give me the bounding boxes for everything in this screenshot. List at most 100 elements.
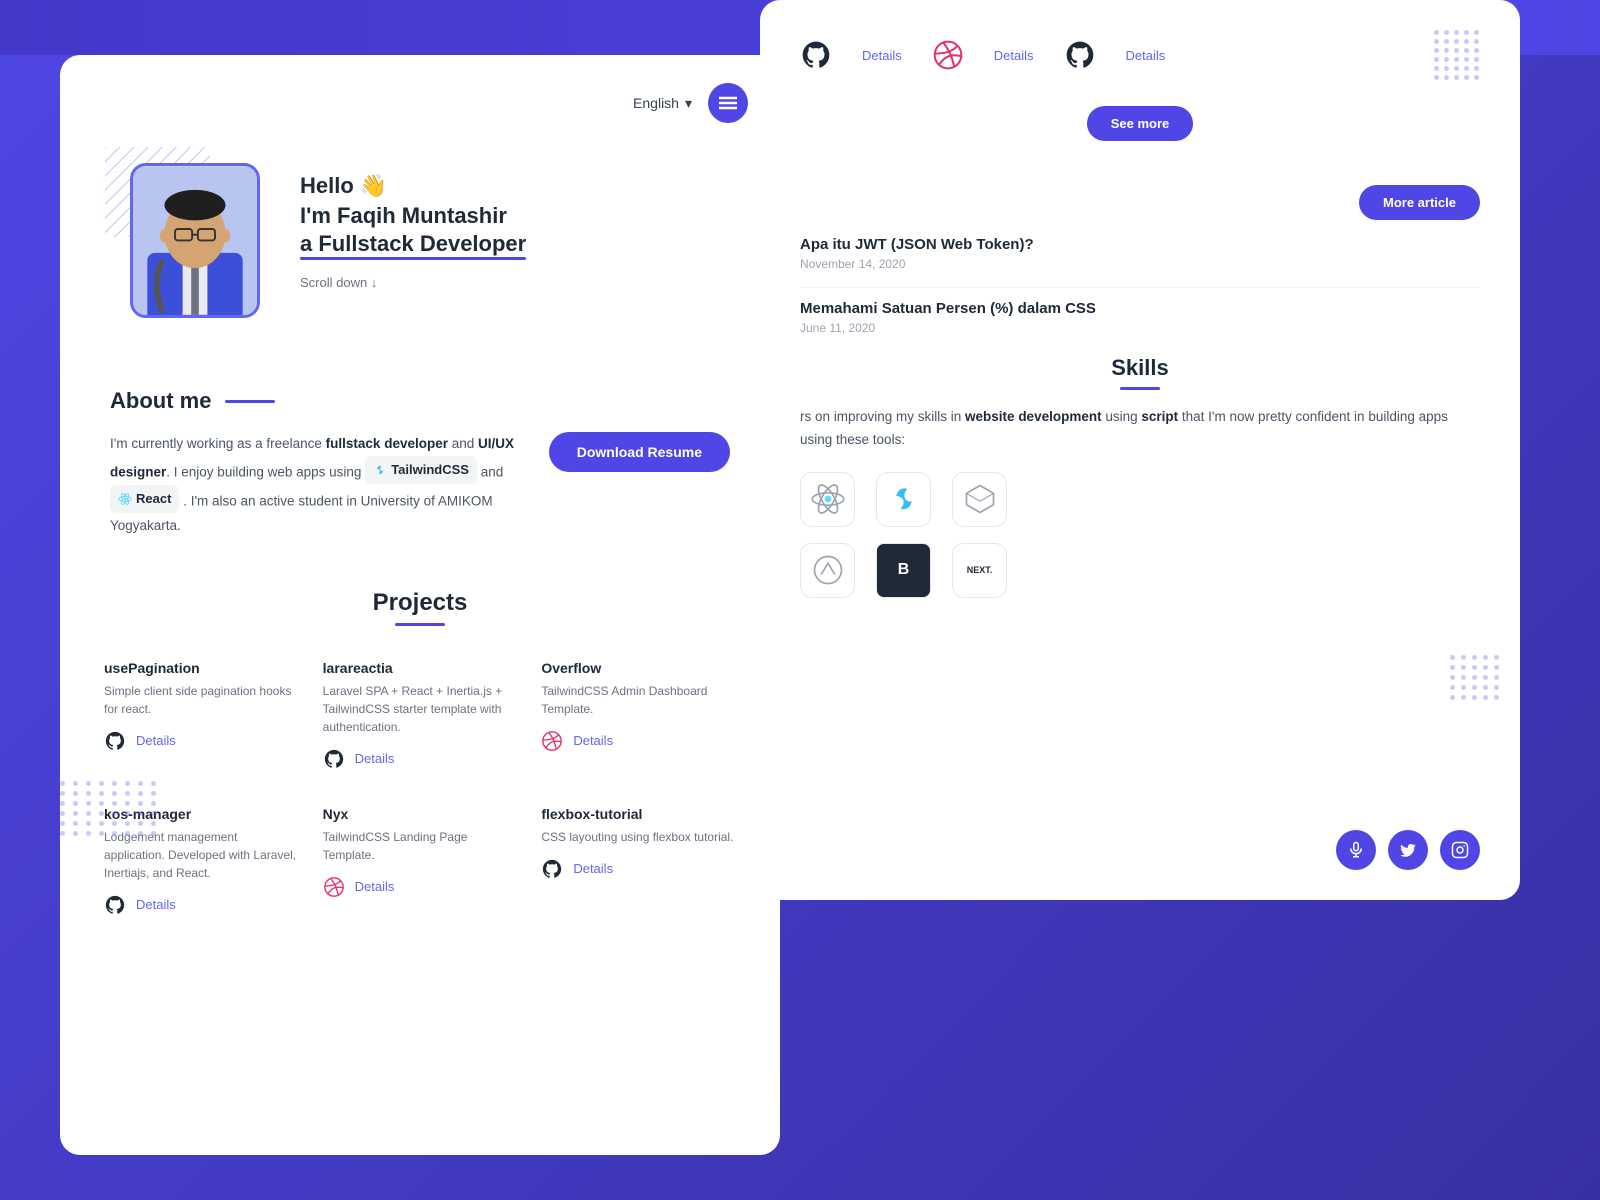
article-title-1: Apa itu JWT (JSON Web Token)? [800,236,1480,253]
about-content: I'm currently working as a freelance ful… [110,432,730,539]
bootstrap-skill-logo: B [876,543,931,598]
more-article-button[interactable]: More article [1359,185,1480,220]
person-silhouette [133,167,257,315]
top-details-link-2[interactable]: Details [994,48,1034,63]
skills-title: Skills [800,355,1480,381]
article-item-2: Memahami Satuan Persen (%) dalam CSS Jun… [800,300,1480,335]
details-link-6[interactable]: Details [573,861,613,876]
project-card-1: usePagination Simple client side paginat… [100,650,303,780]
project-desc-4: Lodgement management application. Develo… [104,828,299,882]
avatar-wrapper [110,143,270,318]
react-badge: React [110,485,179,512]
github-icon-4 [104,894,126,916]
tailwind-badge: TailwindCSS [365,456,477,483]
project-desc-3: TailwindCSS Admin Dashboard Template. [541,682,736,718]
about-section: About me I'm currently working as a free… [60,348,780,559]
project-name-3: Overflow [541,660,736,676]
project-footer-2: Details [323,748,518,770]
skills-underline [1120,387,1160,390]
project-footer-4: Details [104,894,299,916]
dribbble-icon-top [932,39,964,71]
language-selector[interactable]: English ▾ [633,95,692,112]
dot-pattern-top-right: for(let i=0;i<30;i++) document.write('<d… [1434,30,1480,80]
project-name-5: Nyx [323,806,518,822]
project-name-1: usePagination [104,660,299,676]
laravel-skill-logo [952,472,1007,527]
projects-section: for(let i=0;i<48;i++) document.write('<d… [60,559,780,956]
skills-section: Skills rs on improving my skills in webs… [800,355,1480,598]
projects-grid: usePagination Simple client side paginat… [100,650,740,926]
greeting: Hello 👋 [300,173,526,199]
project-card-2: larareactia Laravel SPA + React + Inerti… [319,650,522,780]
twitter-button[interactable] [1388,830,1428,870]
language-label: English [633,95,679,111]
podcast-button[interactable] [1336,830,1376,870]
project-card-6: flexbox-tutorial CSS layouting using fle… [537,796,740,926]
project-name-2: larareactia [323,660,518,676]
hero-role: a Fullstack Developer [300,231,526,257]
social-icons [1336,830,1480,870]
github-icon-2 [323,748,345,770]
about-text: I'm currently working as a freelance ful… [110,432,529,539]
dot-pattern-left: for(let i=0;i<48;i++) document.write('<d… [60,781,159,836]
project-card-5: Nyx TailwindCSS Landing Page Template. D… [319,796,522,926]
dot-pattern-bottom-right: for(let i=0;i<25;i++) document.write('<d… [1450,655,1500,700]
hero-section: Hello 👋 I'm Faqih Muntashir a Fullstack … [60,133,780,348]
divider [800,287,1480,288]
article-title-2: Memahami Satuan Persen (%) dalam CSS [800,300,1480,317]
projects-title: Projects [100,589,740,617]
project-footer-5: Details [323,876,518,898]
top-details-link-3[interactable]: Details [1126,48,1166,63]
article-date-1: November 14, 2020 [800,257,1480,271]
right-card: Details Details Details for(let i=0;i<30… [760,0,1520,900]
project-card-3: Overflow TailwindCSS Admin Dashboard Tem… [537,650,740,780]
top-projects-row: Details Details Details for(let i=0;i<30… [800,20,1480,96]
menu-button[interactable] [708,83,748,123]
hero-text: Hello 👋 I'm Faqih Muntashir a Fullstack … [300,143,526,290]
project-desc-5: TailwindCSS Landing Page Template. [323,828,518,864]
project-footer-1: Details [104,730,299,752]
project-footer-3: Details [541,730,736,752]
project-desc-2: Laravel SPA + React + Inertia.js + Tailw… [323,682,518,736]
details-link-3[interactable]: Details [573,733,613,748]
github-icon-top2 [1064,39,1096,71]
lang-arrow: ▾ [685,95,692,112]
details-link-5[interactable]: Details [355,879,395,894]
hero-name: I'm Faqih Muntashir [300,203,526,229]
header-nav: English ▾ [60,55,780,133]
role-underline [300,257,526,260]
project-name-6: flexbox-tutorial [541,806,736,822]
see-more-button[interactable]: See more [1087,106,1194,141]
project-desc-6: CSS layouting using flexbox tutorial. [541,828,736,846]
react-skill-logo [800,472,855,527]
skills-logos-grid: B NEXT. [800,472,1480,598]
article-date-2: June 11, 2020 [800,321,1480,335]
skills-desc: rs on improving my skills in website dev… [800,406,1480,452]
github-icon-6 [541,858,563,880]
nuxt-skill-logo [800,543,855,598]
project-desc-1: Simple client side pagination hooks for … [104,682,299,718]
article-item-1: Apa itu JWT (JSON Web Token)? November 1… [800,236,1480,271]
top-details-link-1[interactable]: Details [862,48,902,63]
github-icon-1 [104,730,126,752]
hamburger-icon [719,96,737,110]
details-link-2[interactable]: Details [355,751,395,766]
tailwind-skill-logo [876,472,931,527]
dribbble-icon-3 [541,730,563,752]
details-link-1[interactable]: Details [136,733,176,748]
projects-underline [395,623,445,626]
details-link-4[interactable]: Details [136,897,176,912]
instagram-button[interactable] [1440,830,1480,870]
avatar [130,163,260,318]
project-footer-6: Details [541,858,736,880]
about-title: About me [110,388,730,414]
download-resume-button[interactable]: Download Resume [549,432,730,472]
articles-section: More article Apa itu JWT (JSON Web Token… [800,185,1480,335]
dribbble-icon-5 [323,876,345,898]
see-more-wrapper: See more [800,96,1480,161]
about-underline [225,400,275,403]
nextjs-skill-logo: NEXT. [952,543,1007,598]
main-card: English ▾ [60,55,780,1155]
github-icon-top1 [800,39,832,71]
scroll-down: Scroll down ↓ [300,275,526,290]
